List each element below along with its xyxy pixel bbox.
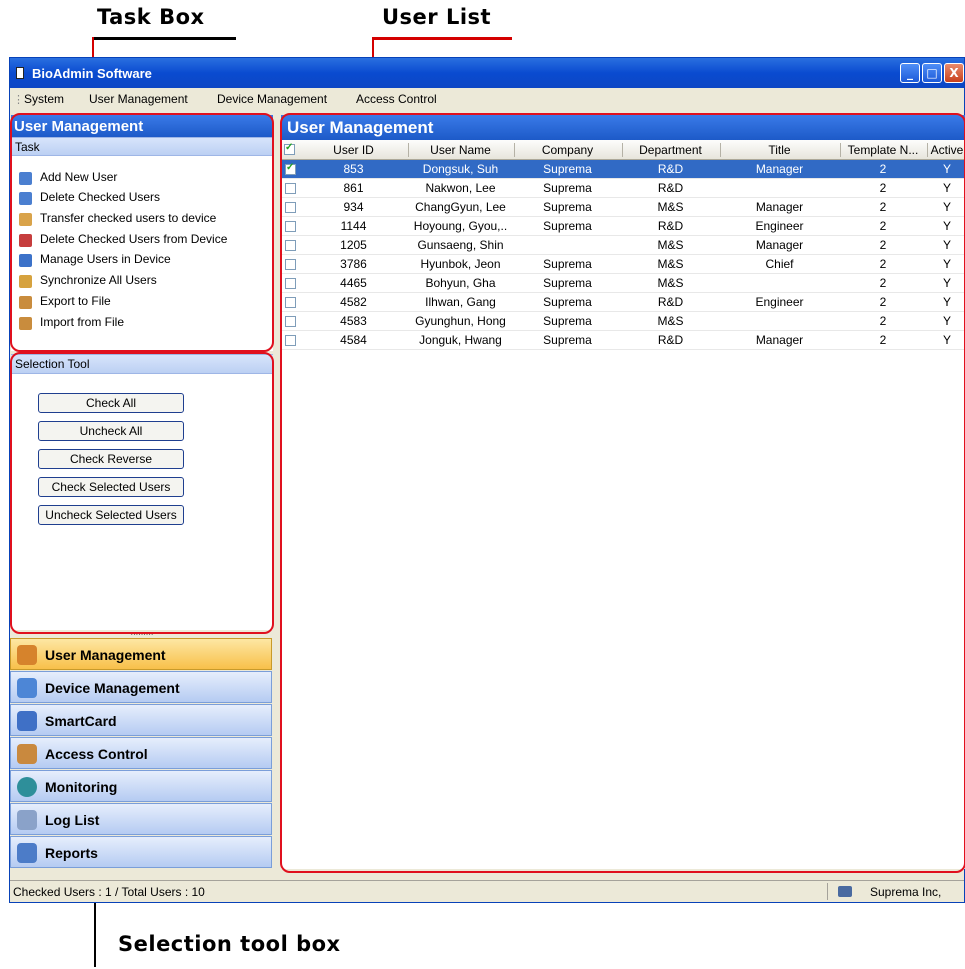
callout-user-list-underline bbox=[372, 37, 512, 40]
nav-label-log-list: Log List bbox=[45, 812, 100, 828]
task-box-highlight bbox=[10, 113, 274, 352]
device-management-icon bbox=[17, 678, 37, 698]
nav-label-monitoring: Monitoring bbox=[45, 779, 118, 795]
menu-system[interactable]: System bbox=[24, 92, 64, 106]
app-icon bbox=[16, 67, 24, 79]
nav-device-management[interactable]: Device Management bbox=[10, 671, 272, 703]
smartcard-icon bbox=[17, 711, 37, 731]
maximize-button[interactable]: □ bbox=[922, 63, 942, 83]
nav-label-reports: Reports bbox=[45, 845, 98, 861]
user-management-icon bbox=[17, 645, 37, 665]
menu-bar: ⋮ System User Management Device Manageme… bbox=[10, 88, 964, 110]
callout-task-box-underline bbox=[92, 37, 236, 40]
title-bar[interactable]: BioAdmin Software _ □ X bbox=[10, 58, 964, 88]
selection-tool-highlight bbox=[10, 352, 274, 634]
nav-access-control[interactable]: Access Control bbox=[10, 737, 272, 769]
network-icon bbox=[838, 886, 852, 897]
nav-reports[interactable]: Reports bbox=[10, 836, 272, 868]
nav-monitoring[interactable]: Monitoring bbox=[10, 770, 272, 802]
maximize-icon: □ bbox=[926, 66, 938, 80]
nav-label-smartcard: SmartCard bbox=[45, 713, 117, 729]
menu-user-management[interactable]: User Management bbox=[89, 92, 188, 106]
status-company: Suprema Inc, bbox=[870, 885, 942, 899]
close-button[interactable]: X bbox=[944, 63, 964, 83]
nav-label-device-management: Device Management bbox=[45, 680, 180, 696]
minimize-icon: _ bbox=[907, 66, 913, 80]
monitoring-icon bbox=[17, 777, 37, 797]
log-list-icon bbox=[17, 810, 37, 830]
callout-task-box: Task Box bbox=[97, 5, 205, 29]
status-bar: Checked Users : 1 / Total Users : 10 Sup… bbox=[10, 880, 964, 902]
user-list-highlight bbox=[280, 113, 965, 873]
window-title: BioAdmin Software bbox=[32, 66, 152, 81]
close-icon: X bbox=[949, 66, 959, 80]
callout-selection-tool-box: Selection tool box bbox=[118, 932, 341, 956]
minimize-button[interactable]: _ bbox=[900, 63, 920, 83]
nav-label-user-management: User Management bbox=[45, 647, 166, 663]
nav-user-management[interactable]: User Management bbox=[10, 638, 272, 670]
nav-label-access-control: Access Control bbox=[45, 746, 148, 762]
app-window: BioAdmin Software _ □ X ⋮ System User Ma… bbox=[9, 57, 965, 903]
status-divider bbox=[827, 883, 828, 900]
callout-user-list: User List bbox=[382, 5, 492, 29]
status-text: Checked Users : 1 / Total Users : 10 bbox=[13, 885, 205, 899]
access-control-icon bbox=[17, 744, 37, 764]
nav-smartcard[interactable]: SmartCard bbox=[10, 704, 272, 736]
reports-icon bbox=[17, 843, 37, 863]
nav-log-list[interactable]: Log List bbox=[10, 803, 272, 835]
menu-device-management[interactable]: Device Management bbox=[217, 92, 327, 106]
menu-access-control[interactable]: Access Control bbox=[356, 92, 437, 106]
menu-grip-icon: ⋮ bbox=[13, 94, 24, 106]
